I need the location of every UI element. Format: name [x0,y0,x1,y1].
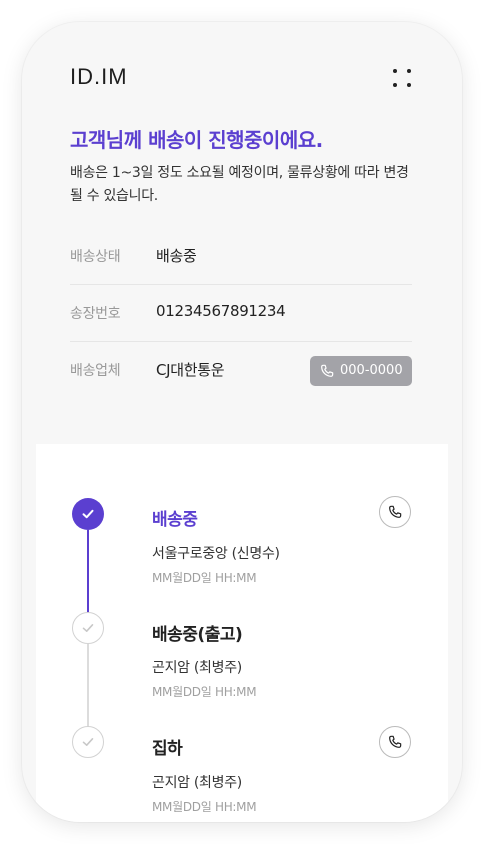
step-location: 곤지암 (최병주) [152,775,242,791]
phone-icon [389,735,402,748]
status-label: 배송상태 [70,249,121,265]
delivery-timeline: 배송중 서울구로중앙 (신명수) MM월DD일 HH:MM 배송중(출고) 곤지… [36,444,448,822]
tracking-number: 01234567891234 [156,302,286,320]
phone-frame: ID.IM 고객님께 배송이 진행중이에요. 배송은 1~3일 정도 소요될 예… [22,22,462,822]
carrier-phone-number: 000-0000 [340,363,403,378]
step-title: 집하 [152,739,183,759]
step-location: 곤지암 (최병주) [152,660,242,676]
step-title: 배송중(출고) [152,625,243,645]
delivery-description: 배송은 1~3일 정도 소요될 예정이며, 물류상황에 따라 변경될 수 있습니… [70,165,409,204]
step-call-button[interactable] [379,726,411,758]
step-timestamp: MM월DD일 HH:MM [152,571,257,585]
step-location: 서울구로중앙 (신명수) [152,546,280,562]
step-status-done [72,612,104,644]
page-title: 고객님께 배송이 진행중이에요. [70,128,323,152]
phone-icon [389,505,402,518]
tracking-label: 송장번호 [70,306,121,322]
step-timestamp: MM월DD일 HH:MM [152,800,257,814]
step-status-active [72,498,104,530]
phone-icon [321,364,334,377]
step-timestamp: MM월DD일 HH:MM [152,685,257,699]
carrier-call-button[interactable]: 000-0000 [310,356,412,386]
step-call-button[interactable] [379,496,411,528]
logo[interactable]: ID.IM [70,64,128,90]
step-title: 배송중 [152,510,198,530]
carrier-label: 배송업체 [70,363,121,379]
info-row-carrier: 배송업체 CJ대한통운 000-0000 [70,342,412,398]
check-icon [82,509,94,519]
check-icon [82,737,93,746]
status-value: 배송중 [156,247,197,265]
step-status-done [72,726,104,758]
timeline-connector-active [87,530,89,624]
check-icon [82,623,93,632]
info-row-status: 배송상태 배송중 [70,228,412,285]
menu-icon[interactable] [390,66,414,90]
info-row-tracking: 송장번호 01234567891234 [70,285,412,342]
delivery-summary: ID.IM 고객님께 배송이 진행중이에요. 배송은 1~3일 정도 소요될 예… [22,22,462,442]
carrier-value: CJ대한통운 [156,361,225,379]
